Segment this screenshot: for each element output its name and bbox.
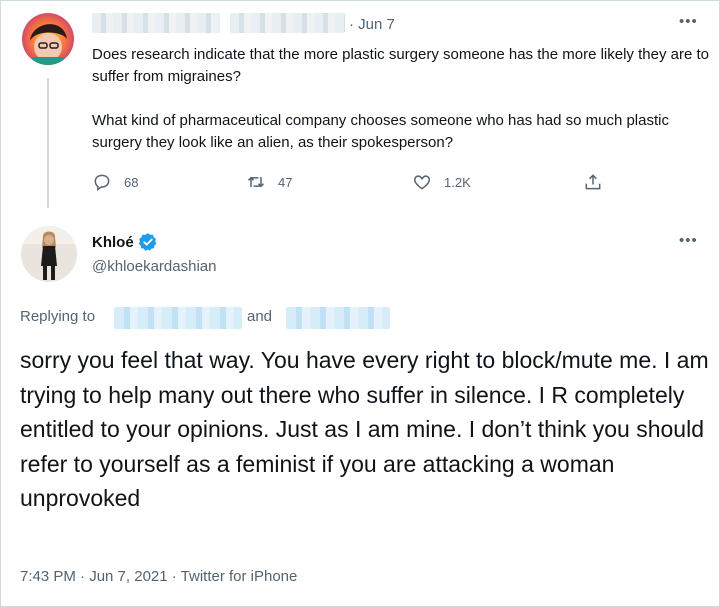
main-tweet-text: sorry you feel that way. You have every … xyxy=(20,347,709,511)
tweet-paragraph: Does research indicate that the more pla… xyxy=(92,46,709,85)
retweet-button[interactable]: 47 xyxy=(246,172,292,192)
like-count: 1.2K xyxy=(444,174,471,190)
tweet-actions: 68 47 1.2K xyxy=(92,172,612,202)
display-name[interactable]: Khloé xyxy=(92,234,134,251)
tweet-timestamp[interactable]: 7:43 PM · Jun 7, 2021 · Twitter for iPho… xyxy=(20,568,297,585)
redacted-username xyxy=(230,13,345,33)
thread-connector xyxy=(47,78,49,208)
more-options-icon[interactable]: ••• xyxy=(679,13,698,30)
username[interactable]: @khloekardashian xyxy=(92,258,216,275)
retweet-icon xyxy=(247,176,265,188)
redacted-display-name xyxy=(92,13,220,33)
reply-count: 68 xyxy=(124,174,139,190)
replying-to-label: Replying to xyxy=(20,308,96,325)
reply-icon xyxy=(94,174,110,191)
replying-and-label: and xyxy=(247,308,273,325)
author-name-row[interactable]: Khloé xyxy=(92,232,158,252)
like-button[interactable]: 1.2K xyxy=(412,172,471,192)
tweet-date[interactable]: · Jun 7 xyxy=(349,16,395,33)
share-icon xyxy=(585,174,601,190)
reply-button[interactable]: 68 xyxy=(92,172,138,192)
verified-badge-icon xyxy=(138,233,157,251)
user-avatar[interactable] xyxy=(22,13,74,65)
redacted-mention[interactable] xyxy=(114,307,242,329)
tweet-body: Does research indicate that the more pla… xyxy=(92,44,712,154)
like-icon xyxy=(413,175,431,190)
share-button[interactable] xyxy=(583,172,615,192)
tweet-paragraph: What kind of pharmaceutical company choo… xyxy=(92,112,669,151)
more-options-icon[interactable]: ••• xyxy=(679,232,698,249)
redacted-mention[interactable] xyxy=(286,307,390,329)
khloe-avatar[interactable] xyxy=(21,226,77,282)
retweet-count: 47 xyxy=(278,174,293,190)
